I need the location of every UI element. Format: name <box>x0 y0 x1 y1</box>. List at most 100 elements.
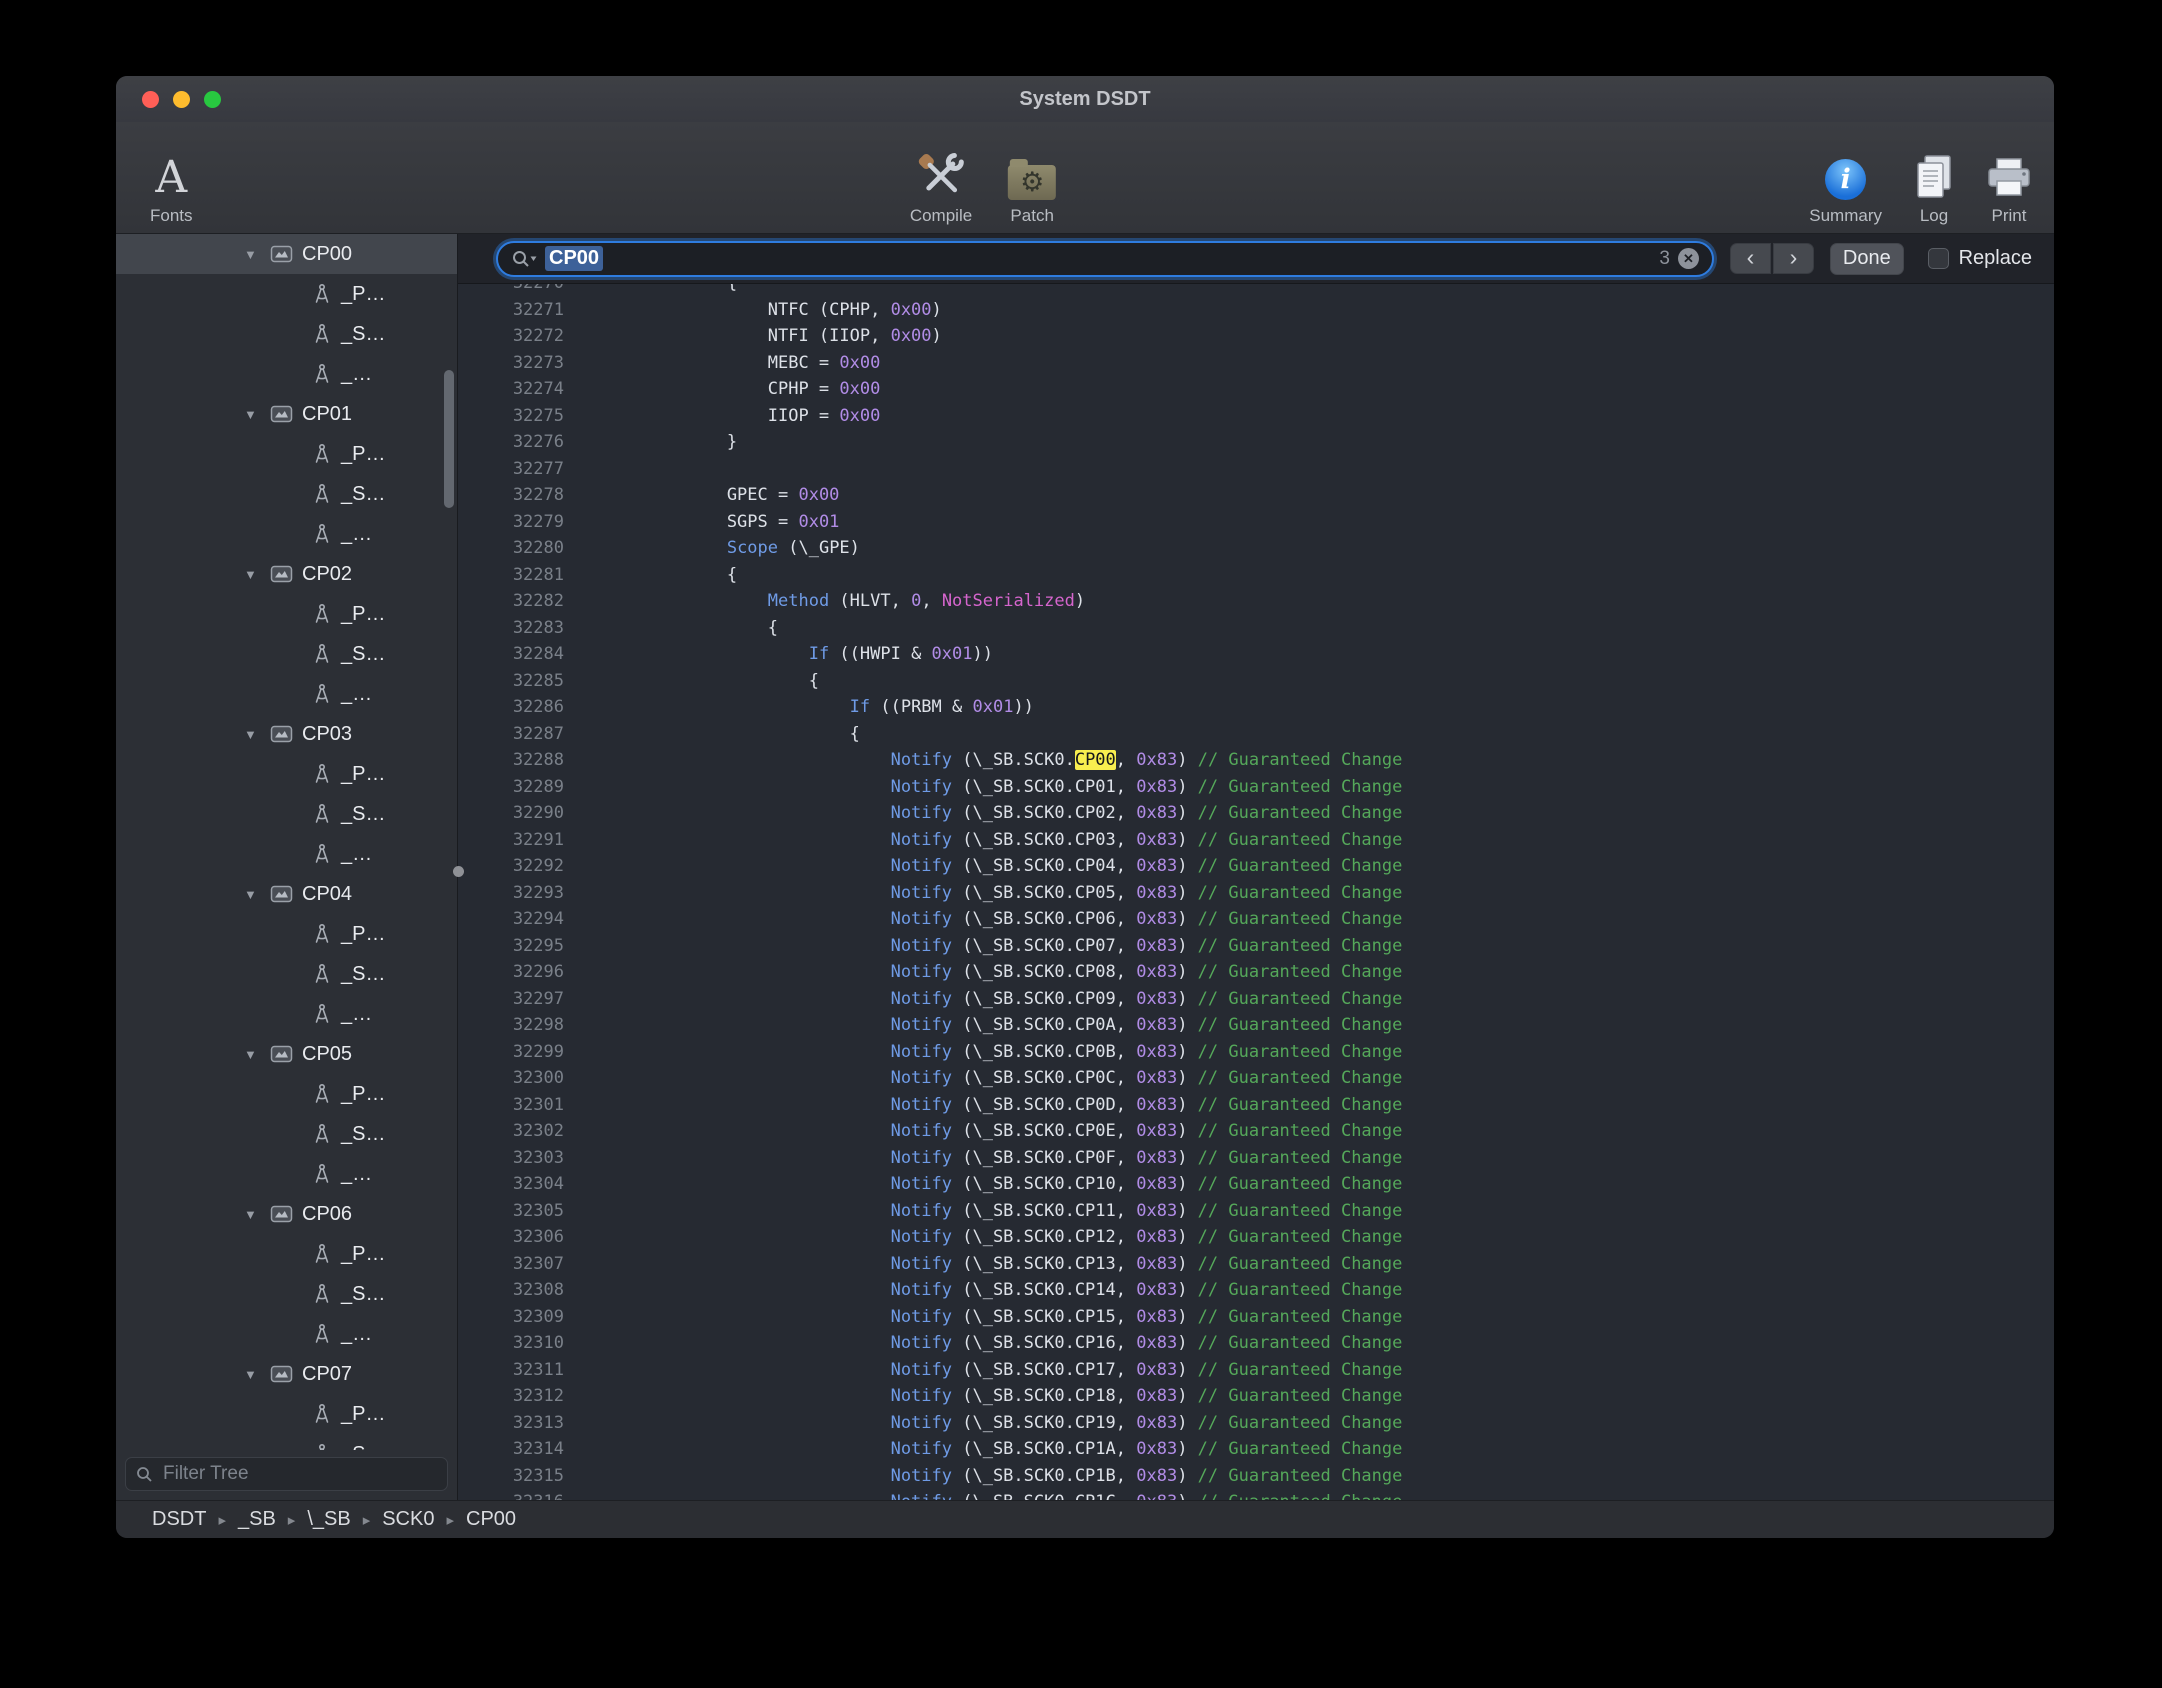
print-button[interactable]: Print <box>1986 122 2032 234</box>
breadcrumb-item[interactable]: DSDT <box>152 1508 206 1531</box>
tree-node-_p[interactable]: _P… <box>116 274 457 314</box>
code-text: Notify (\_SB.SCK0.CP0B, 0x83) // Guarant… <box>604 1039 1402 1066</box>
tree-node-label: _… <box>341 1163 372 1186</box>
code-text: { <box>604 721 860 748</box>
disclosure-triangle-icon[interactable]: ▼ <box>244 247 270 262</box>
tree-node-_[interactable]: _… <box>116 1314 457 1354</box>
tree-node-_p[interactable]: _P… <box>116 1394 457 1434</box>
splitter-handle[interactable] <box>453 866 464 877</box>
tree-node-_[interactable]: _… <box>116 834 457 874</box>
filter-tree-input[interactable] <box>161 1462 437 1486</box>
tree-node-_p[interactable]: _P… <box>116 754 457 794</box>
scope-icon <box>270 244 293 264</box>
filter-tree-field[interactable] <box>125 1457 448 1491</box>
search-menu-icon[interactable] <box>511 249 537 269</box>
tree-node-_s[interactable]: _S… <box>116 794 457 834</box>
replace-checkbox[interactable] <box>1928 248 1949 269</box>
tree-node-_[interactable]: _… <box>116 514 457 554</box>
compile-button[interactable]: Compile <box>910 122 972 234</box>
code-line: 32271 NTFC (CPHP, 0x00) <box>458 297 2054 324</box>
code-text: Notify (\_SB.SCK0.CP18, 0x83) // Guarant… <box>604 1383 1402 1410</box>
tree-node-cp07[interactable]: ▼CP07 <box>116 1354 457 1394</box>
tree-node-_s[interactable]: _S… <box>116 1114 457 1154</box>
tree-node-_[interactable]: _… <box>116 674 457 714</box>
code-line: 32316 Notify (\_SB.SCK0.CP1C, 0x83) // G… <box>458 1489 2054 1500</box>
breadcrumb-item[interactable]: \_SB <box>307 1508 350 1531</box>
method-icon <box>312 323 332 345</box>
tree-node-cp02[interactable]: ▼CP02 <box>116 554 457 594</box>
search-icon <box>136 1466 153 1483</box>
tree-node-_p[interactable]: _P… <box>116 1074 457 1114</box>
tree-node-label: _S… <box>341 1443 385 1451</box>
code-editor[interactable]: 32270 {32271 NTFC (CPHP, 0x00)32272 NTFI… <box>458 284 2054 1500</box>
code-text: Notify (\_SB.SCK0.CP0C, 0x83) // Guarant… <box>604 1065 1402 1092</box>
tree-node-_[interactable]: _… <box>116 354 457 394</box>
tree-node-_s[interactable]: _S… <box>116 634 457 674</box>
close-button[interactable] <box>142 91 159 108</box>
code-text: Notify (\_SB.SCK0.CP0F, 0x83) // Guarant… <box>604 1145 1402 1172</box>
tree-node-cp03[interactable]: ▼CP03 <box>116 714 457 754</box>
tree-node-cp01[interactable]: ▼CP01 <box>116 394 457 434</box>
replace-toggle[interactable]: Replace <box>1928 247 2032 270</box>
code-line: 32272 NTFI (IIOP, 0x00) <box>458 323 2054 350</box>
code-text: Notify (\_SB.SCK0.CP00, 0x83) // Guarant… <box>604 747 1402 774</box>
line-number: 32284 <box>458 641 564 668</box>
line-number: 32277 <box>458 456 564 483</box>
disclosure-triangle-icon[interactable]: ▼ <box>244 887 270 902</box>
app-window: System DSDT A Fonts Co <box>116 76 2054 1538</box>
tree-node-_s[interactable]: _S… <box>116 314 457 354</box>
sidebar-scrollbar[interactable] <box>444 370 454 508</box>
tree-node-_s[interactable]: _S… <box>116 1434 457 1450</box>
code-line: 32307 Notify (\_SB.SCK0.CP13, 0x83) // G… <box>458 1251 2054 1278</box>
tree-node-cp04[interactable]: ▼CP04 <box>116 874 457 914</box>
titlebar[interactable]: System DSDT <box>116 76 2054 122</box>
find-previous-button[interactable]: ‹ <box>1730 243 1771 274</box>
log-button[interactable]: Log <box>1914 122 1954 234</box>
breadcrumb-item[interactable]: _SB <box>238 1508 276 1531</box>
disclosure-triangle-icon[interactable]: ▼ <box>244 1047 270 1062</box>
tree-node-_p[interactable]: _P… <box>116 594 457 634</box>
scope-icon <box>270 724 293 744</box>
minimize-button[interactable] <box>173 91 190 108</box>
code-line: 32297 Notify (\_SB.SCK0.CP09, 0x83) // G… <box>458 986 2054 1013</box>
clear-search-icon[interactable]: ✕ <box>1678 248 1699 269</box>
summary-button[interactable]: i Summary <box>1809 122 1882 234</box>
disclosure-triangle-icon[interactable]: ▼ <box>244 407 270 422</box>
disclosure-triangle-icon[interactable]: ▼ <box>244 1367 270 1382</box>
gear-icon: ⚙ <box>1020 169 1044 196</box>
code-text: Notify (\_SB.SCK0.CP17, 0x83) // Guarant… <box>604 1357 1402 1384</box>
tree-node-cp06[interactable]: ▼CP06 <box>116 1194 457 1234</box>
patch-button[interactable]: ⚙ Patch <box>1008 122 1056 234</box>
breadcrumb-item[interactable]: CP00 <box>466 1508 516 1531</box>
tree-node-_[interactable]: _… <box>116 994 457 1034</box>
line-number: 32302 <box>458 1118 564 1145</box>
breadcrumb-item[interactable]: SCK0 <box>382 1508 434 1531</box>
code-text: Notify (\_SB.SCK0.CP1C, 0x83) // Guarant… <box>604 1489 1402 1500</box>
tree-node-cp05[interactable]: ▼CP05 <box>116 1034 457 1074</box>
code-text: Scope (\_GPE) <box>604 535 860 562</box>
tree-node-_s[interactable]: _S… <box>116 954 457 994</box>
code-line: 32301 Notify (\_SB.SCK0.CP0D, 0x83) // G… <box>458 1092 2054 1119</box>
tree-node-_p[interactable]: _P… <box>116 434 457 474</box>
disclosure-triangle-icon[interactable]: ▼ <box>244 727 270 742</box>
done-button[interactable]: Done <box>1830 243 1904 275</box>
find-next-button[interactable]: › <box>1773 243 1814 274</box>
zoom-button[interactable] <box>204 91 221 108</box>
code-text: Notify (\_SB.SCK0.CP04, 0x83) // Guarant… <box>604 853 1402 880</box>
tree-node-_s[interactable]: _S… <box>116 1274 457 1314</box>
disclosure-triangle-icon[interactable]: ▼ <box>244 1207 270 1222</box>
toolbar: A Fonts Compile <box>116 122 2054 234</box>
tree-node-_p[interactable]: _P… <box>116 1234 457 1274</box>
tree-node-cp00[interactable]: ▼CP00 <box>116 234 457 274</box>
code-line: 32295 Notify (\_SB.SCK0.CP07, 0x83) // G… <box>458 933 2054 960</box>
tree-node-_p[interactable]: _P… <box>116 914 457 954</box>
code-line: 32287 { <box>458 721 2054 748</box>
code-line: 32279 SGPS = 0x01 <box>458 509 2054 536</box>
search-input[interactable]: CP00 3 ✕ <box>496 241 1714 277</box>
tree-node-_s[interactable]: _S… <box>116 474 457 514</box>
disclosure-triangle-icon[interactable]: ▼ <box>244 567 270 582</box>
fonts-button[interactable]: A Fonts <box>150 122 193 234</box>
tree-node-_[interactable]: _… <box>116 1154 457 1194</box>
code-text: IIOP = 0x00 <box>604 403 880 430</box>
line-number: 32283 <box>458 615 564 642</box>
